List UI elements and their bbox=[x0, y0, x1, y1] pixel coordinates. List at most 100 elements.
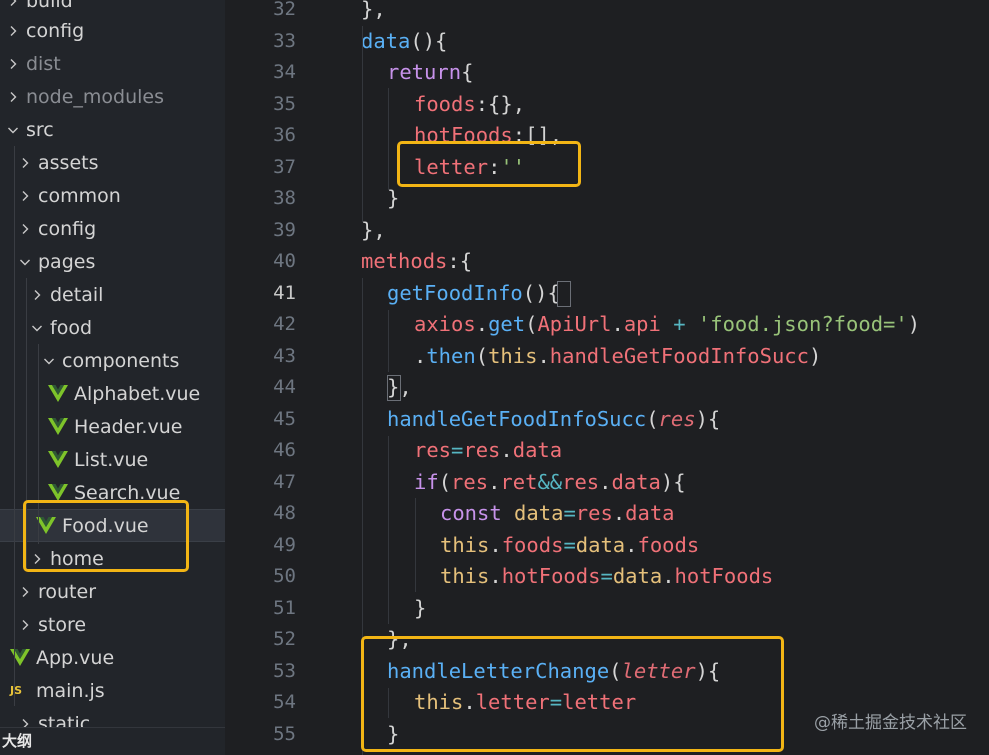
indent-guide bbox=[388, 310, 389, 372]
vue-file-icon bbox=[48, 483, 70, 502]
chevron-down-icon bbox=[16, 256, 34, 268]
code-line: axios.get(ApiUrl.api + 'food.json?food='… bbox=[414, 312, 921, 336]
indent-guide bbox=[388, 436, 389, 624]
tree-item-label: common bbox=[38, 184, 121, 207]
watermark: @稀土掘金技术社区 bbox=[814, 713, 967, 733]
tree-item-label: pages bbox=[38, 250, 96, 273]
chevron-right-icon bbox=[4, 25, 22, 37]
line-number: 54 bbox=[273, 691, 296, 713]
vue-file-icon bbox=[48, 384, 70, 403]
tree-item-label: detail bbox=[50, 283, 104, 306]
code-line: res=res.data bbox=[414, 438, 563, 462]
tree-folder[interactable]: build bbox=[0, 0, 225, 17]
line-number: 37 bbox=[273, 155, 296, 178]
tree-item-label: store bbox=[38, 613, 87, 636]
line-number: 46 bbox=[273, 439, 296, 461]
line-number: 39 bbox=[273, 218, 296, 241]
line-number: 36 bbox=[273, 124, 296, 146]
line-number: 38 bbox=[273, 187, 296, 209]
line-number: 33 bbox=[273, 29, 296, 52]
code-line: } bbox=[414, 595, 427, 620]
chevron-right-icon bbox=[4, 0, 22, 7]
tree-item-label: App.vue bbox=[36, 646, 115, 669]
highlight-food-vue bbox=[23, 500, 189, 572]
tree-file[interactable]: List.vue bbox=[0, 443, 225, 476]
tree-folder[interactable]: store bbox=[0, 608, 225, 641]
tree-folder[interactable]: node_modules bbox=[0, 80, 225, 113]
tree-folder[interactable]: detail bbox=[0, 278, 225, 311]
tree-file[interactable]: Header.vue bbox=[0, 410, 225, 443]
chevron-down-icon bbox=[4, 124, 22, 136]
bracket-match bbox=[557, 281, 571, 307]
vue-file-icon bbox=[48, 417, 70, 436]
line-number: 34 bbox=[273, 61, 296, 83]
outline-label: 大纲 bbox=[2, 732, 33, 750]
tree-file[interactable]: Alphabet.vue bbox=[0, 377, 225, 410]
line-number: 48 bbox=[273, 502, 296, 524]
tree-indent-guide bbox=[14, 146, 15, 706]
line-number: 55 bbox=[273, 722, 296, 745]
tree-item-label: List.vue bbox=[74, 448, 149, 471]
highlight-letter-data bbox=[397, 141, 581, 187]
line-number: 35 bbox=[273, 92, 296, 115]
chevron-right-icon bbox=[4, 91, 22, 103]
tree-item-label: dist bbox=[26, 52, 61, 75]
tree-folder[interactable]: dist bbox=[0, 47, 225, 80]
code-editor[interactable]: }, data(){ return{ foods:{}, hotFoods:[]… bbox=[225, 0, 989, 755]
tree-item-label: Header.vue bbox=[74, 415, 183, 438]
tree-folder[interactable]: food bbox=[0, 311, 225, 344]
tree-folder[interactable]: pages bbox=[0, 245, 225, 278]
line-number: 49 bbox=[273, 533, 296, 556]
line-number: 44 bbox=[273, 376, 296, 398]
code-line: return{ bbox=[387, 60, 474, 84]
code-line: }, bbox=[361, 217, 386, 242]
chevron-right-icon bbox=[4, 58, 22, 70]
tree-folder[interactable]: assets bbox=[0, 146, 225, 179]
tree-folder[interactable]: config bbox=[0, 212, 225, 245]
line-number: 52 bbox=[273, 628, 296, 650]
tree-item-label: src bbox=[26, 118, 54, 141]
code-line: const data=res.data bbox=[440, 501, 675, 525]
tree-item-label: Alphabet.vue bbox=[74, 382, 201, 405]
tree-folder[interactable]: router bbox=[0, 575, 225, 608]
line-number: 32 bbox=[273, 0, 296, 20]
chevron-right-icon bbox=[16, 223, 34, 235]
chevron-down-icon bbox=[28, 322, 46, 334]
chevron-right-icon bbox=[16, 619, 34, 631]
line-number: 40 bbox=[273, 250, 296, 272]
indent-guide bbox=[388, 88, 389, 190]
chevron-right-icon bbox=[28, 289, 46, 301]
line-number: 53 bbox=[273, 659, 296, 682]
chevron-right-icon bbox=[16, 586, 34, 598]
line-number: 51 bbox=[273, 596, 296, 619]
code-line: if(res.ret&&res.data){ bbox=[414, 469, 686, 494]
tree-folder[interactable]: config bbox=[0, 14, 225, 47]
tree-item-label: assets bbox=[38, 151, 99, 174]
code-line: .then(this.handleGetFoodInfoSucc) bbox=[414, 343, 822, 368]
tree-folder[interactable]: src bbox=[0, 113, 225, 146]
chevron-right-icon bbox=[16, 157, 34, 169]
highlight-handle-letter-change bbox=[361, 636, 784, 752]
tree-file[interactable]: App.vue bbox=[0, 641, 225, 674]
indent-guide bbox=[362, 26, 363, 222]
tree-item-label: node_modules bbox=[26, 85, 165, 108]
tree-file[interactable]: JS main.js bbox=[0, 674, 225, 707]
tree-folder[interactable]: common bbox=[0, 179, 225, 212]
line-number: 47 bbox=[273, 470, 296, 493]
tree-folder[interactable]: components bbox=[0, 344, 225, 377]
outline-section-header[interactable]: 大纲 bbox=[0, 727, 225, 755]
code-line: foods:{}, bbox=[414, 91, 526, 116]
code-line: methods:{ bbox=[361, 249, 473, 273]
tree-item-label: config bbox=[26, 19, 85, 42]
tree-item-label: build bbox=[26, 0, 73, 12]
file-explorer: static JS main.js App.vue store router home Foo… bbox=[0, 0, 225, 755]
vue-file-icon bbox=[48, 450, 70, 469]
code-line: this.foods=data.foods bbox=[440, 532, 700, 557]
indent-guide bbox=[415, 498, 416, 592]
tree-item-label: main.js bbox=[36, 679, 105, 702]
bracket-match bbox=[387, 375, 401, 401]
code-line: getFoodInfo(){ bbox=[387, 280, 560, 305]
code-line: this.hotFoods=data.hotFoods bbox=[440, 564, 774, 588]
tree-item-label: food bbox=[50, 316, 92, 339]
tree-item-label: components bbox=[62, 349, 180, 372]
